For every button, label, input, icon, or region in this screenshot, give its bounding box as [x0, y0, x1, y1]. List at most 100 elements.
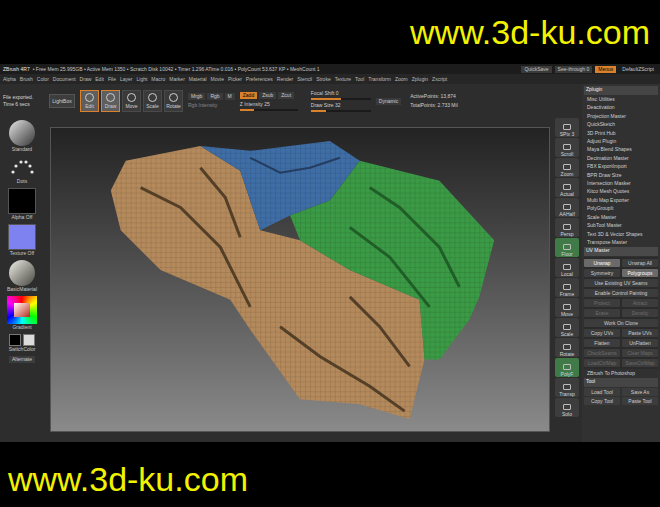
- uv-button[interactable]: Work On Clone: [584, 319, 658, 327]
- menu-item[interactable]: Macro: [151, 76, 165, 83]
- color-picker-icon[interactable]: [7, 296, 37, 324]
- shelf-button[interactable]: Local: [555, 258, 579, 277]
- shelf-button[interactable]: Transp: [555, 378, 579, 397]
- menu-item[interactable]: Picker: [228, 76, 242, 83]
- mode-button[interactable]: Edit: [80, 90, 99, 112]
- menu-item[interactable]: Brush: [20, 76, 33, 83]
- uv-button[interactable]: Copy UVs: [584, 329, 620, 337]
- plugin-item[interactable]: Projection Master: [584, 113, 658, 120]
- plugin-item[interactable]: SubTool Master: [584, 222, 658, 229]
- shelf-button[interactable]: Scale: [555, 318, 579, 337]
- menu-item[interactable]: Document: [53, 76, 76, 83]
- panel-title[interactable]: Zplugin: [584, 86, 658, 95]
- menu-item[interactable]: Alpha: [3, 76, 16, 83]
- polygroup[interactable]: [290, 161, 494, 360]
- lightbox-button[interactable]: LightBox: [49, 94, 75, 108]
- mode-button[interactable]: Rotate: [164, 90, 183, 112]
- menu-item[interactable]: Zoom: [395, 76, 408, 83]
- plugin-item[interactable]: Intersection Masker: [584, 180, 658, 187]
- menu-item[interactable]: Texture: [335, 76, 351, 83]
- color-mode-button[interactable]: M: [225, 93, 235, 100]
- menu-item[interactable]: Color: [37, 76, 49, 83]
- shelf-button[interactable]: Persp: [555, 218, 579, 237]
- slider-track[interactable]: [311, 110, 371, 112]
- menu-item[interactable]: Material: [189, 76, 207, 83]
- uv-button[interactable]: Enable Control Painting: [584, 289, 658, 297]
- plugin-item[interactable]: Transpose Master: [584, 239, 658, 246]
- plugin-item[interactable]: Scale Master: [584, 214, 658, 221]
- quicksave-button[interactable]: QuickSave: [521, 66, 551, 73]
- shelf-item[interactable]: SwitchColor: [9, 334, 36, 353]
- plugin-item[interactable]: Text 3D & Vector Shapes: [584, 231, 658, 238]
- plugin-item[interactable]: PolyGroupIt: [584, 205, 658, 212]
- brush-icon[interactable]: [9, 120, 35, 146]
- shelf-button[interactable]: Move: [555, 298, 579, 317]
- slider-track[interactable]: [240, 109, 298, 111]
- menu-item[interactable]: Light: [136, 76, 147, 83]
- plugin-item[interactable]: ZBrush To Photoshop: [584, 370, 658, 377]
- shelf-button[interactable]: Scroll: [555, 138, 579, 157]
- menus-button[interactable]: Menus: [595, 66, 616, 73]
- plugin-item[interactable]: Kitco Mesh Quotes: [584, 188, 658, 195]
- menu-item[interactable]: Zscript: [432, 76, 447, 83]
- shelf-button[interactable]: AAHalf: [555, 198, 579, 217]
- swatch-icon[interactable]: [9, 334, 35, 346]
- uv-button[interactable]: Unwrap All: [622, 259, 658, 267]
- shelf-button[interactable]: Zoom: [555, 158, 579, 177]
- z-mode-button[interactable]: Zsub: [259, 92, 276, 99]
- menu-item[interactable]: Stroke: [316, 76, 330, 83]
- z-intensity-slider[interactable]: Z Intensity 25: [240, 101, 298, 111]
- draw-size-slider[interactable]: Draw Size 32: [311, 102, 371, 112]
- menu-item[interactable]: Tool: [355, 76, 364, 83]
- menu-item[interactable]: Movie: [211, 76, 224, 83]
- dynamic-button[interactable]: Dynamic: [376, 98, 401, 105]
- plugin-item[interactable]: BPR Draw Size: [584, 172, 658, 179]
- menu-item[interactable]: Layer: [120, 76, 133, 83]
- plugin-item[interactable]: Multi Map Exporter: [584, 197, 658, 204]
- plugin-item[interactable]: Maya Blend Shapes: [584, 146, 658, 153]
- shelf-item[interactable]: Texture Off: [8, 224, 36, 257]
- tool-button[interactable]: Copy Tool: [584, 397, 620, 405]
- menu-item[interactable]: Stencil: [297, 76, 312, 83]
- uv-button[interactable]: Paste UVs: [622, 329, 658, 337]
- shelf-item[interactable]: Gradient: [7, 296, 37, 331]
- material-icon[interactable]: [9, 260, 35, 286]
- terrain-model[interactable]: [51, 128, 549, 431]
- uv-button[interactable]: UnFlatten: [622, 339, 658, 347]
- menu-item[interactable]: Transform: [368, 76, 391, 83]
- mode-button[interactable]: Scale: [143, 90, 162, 112]
- viewport-canvas[interactable]: [50, 127, 550, 432]
- color-mode-button[interactable]: Rgb: [207, 93, 222, 100]
- stroke-icon[interactable]: [9, 156, 35, 178]
- plugin-item[interactable]: FBX ExportImport: [584, 163, 658, 170]
- uv-button[interactable]: Use Existing UV Seams: [584, 279, 658, 287]
- shelf-button[interactable]: Frame: [555, 278, 579, 297]
- shelf-item[interactable]: BasicMaterial: [7, 260, 37, 293]
- menu-item[interactable]: Edit: [95, 76, 104, 83]
- uv-button[interactable]: Symmetry: [584, 269, 620, 277]
- focal-shift-slider[interactable]: Focal Shift 0: [311, 90, 371, 100]
- menu-item[interactable]: Render: [277, 76, 293, 83]
- plugin-item[interactable]: Decimation Master: [584, 155, 658, 162]
- tool-button[interactable]: Paste Tool: [622, 397, 658, 405]
- tool-header[interactable]: Tool: [584, 378, 658, 387]
- z-mode-button[interactable]: Zcut: [278, 92, 294, 99]
- menu-item[interactable]: Marker: [169, 76, 185, 83]
- shelf-button[interactable]: SPix 3: [555, 118, 579, 137]
- shelf-button[interactable]: Floor: [555, 238, 579, 257]
- shelf-item[interactable]: Standard: [9, 120, 35, 153]
- plugin-item[interactable]: Deactivation: [584, 104, 658, 111]
- menu-item[interactable]: Preferences: [246, 76, 273, 83]
- tool-button[interactable]: Load Tool: [584, 388, 620, 396]
- uv-button[interactable]: Unwrap: [584, 259, 620, 267]
- uv-master-header[interactable]: UV Master: [584, 247, 658, 256]
- alpha-icon[interactable]: [8, 188, 36, 214]
- menu-item[interactable]: Zplugin: [412, 76, 428, 83]
- shelf-button[interactable]: Rotate: [555, 338, 579, 357]
- shelf-item[interactable]: Alternate: [9, 356, 35, 363]
- menu-item[interactable]: Draw: [80, 76, 92, 83]
- tool-button[interactable]: Save As: [622, 388, 658, 396]
- mode-button[interactable]: Draw: [101, 90, 120, 112]
- shelf-item[interactable]: Dots: [9, 156, 35, 185]
- menu-item[interactable]: File: [108, 76, 116, 83]
